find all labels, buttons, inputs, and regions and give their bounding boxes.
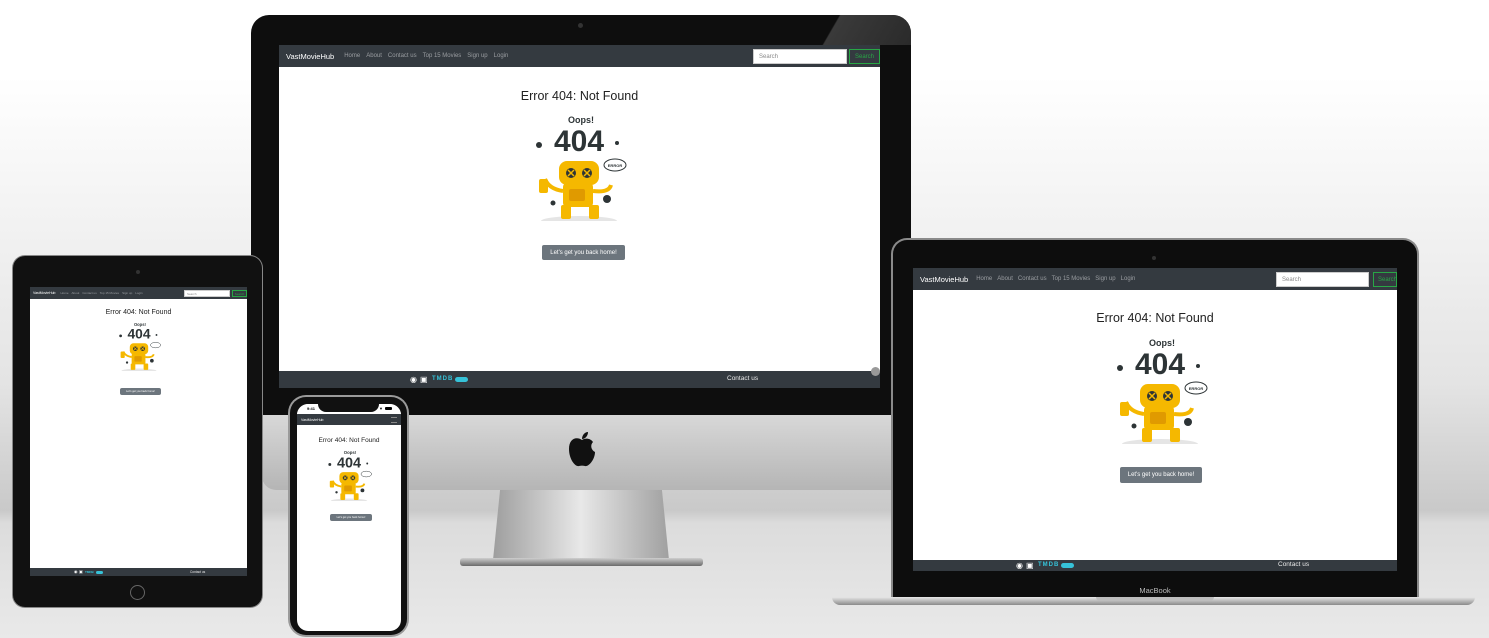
iphone-notch: [318, 401, 379, 412]
scroll-top-icon[interactable]: [871, 367, 880, 376]
nav-about[interactable]: About: [366, 53, 382, 59]
back-home-button[interactable]: Let's get you back home!: [1120, 467, 1202, 483]
hamburger-menu-icon[interactable]: [391, 417, 397, 423]
battery-icon: [385, 407, 392, 410]
linkedin-icon[interactable]: ▣: [1026, 561, 1034, 570]
oops-text: Oops!: [568, 115, 594, 125]
nav-top15[interactable]: Top 15 Movies: [100, 291, 119, 295]
error-bubble-text: ERROR: [1189, 386, 1204, 391]
github-icon[interactable]: ◉: [1016, 561, 1023, 570]
oops-text: Oops!: [134, 322, 146, 327]
imac-screen: VastMovieHub Home About Contact us Top 1…: [279, 45, 880, 388]
nav-home[interactable]: Home: [976, 276, 992, 282]
ipad-home-button: [130, 585, 145, 600]
search-input[interactable]: Search: [1276, 272, 1369, 287]
brand-link[interactable]: VastMovieHub: [920, 275, 968, 284]
back-home-label: Let's get you back home!: [126, 390, 155, 393]
nav-login[interactable]: Login: [1121, 276, 1136, 282]
footer: ◉ ▣ TMDB Contact us: [279, 367, 880, 388]
imac-camera: [578, 23, 583, 28]
status-time: 9:41: [307, 406, 316, 411]
search-button[interactable]: Search: [849, 49, 880, 64]
nav-home[interactable]: Home: [344, 53, 360, 59]
ipad-camera: [136, 270, 140, 274]
imac-stand-base: [460, 558, 703, 566]
error-illustration: Oops! 404 ERROR: [529, 113, 629, 228]
search-placeholder: Search: [759, 53, 779, 60]
error-illustration: Oops! 404 ERROR: [1110, 336, 1210, 451]
nav-contact[interactable]: Contact us: [388, 53, 417, 59]
brand-link[interactable]: VastMovieHub: [301, 418, 324, 422]
macbook-notch: [1096, 597, 1214, 601]
footer-contact-link[interactable]: Contact us: [190, 570, 205, 574]
brand-link[interactable]: VastMovieHub: [286, 52, 334, 61]
nav-login[interactable]: Login: [135, 291, 142, 295]
search-button[interactable]: Search: [232, 290, 247, 297]
tmdb-logo[interactable]: TMDB: [432, 376, 453, 382]
back-home-button[interactable]: Let's get you back home!: [542, 245, 625, 260]
nav-signup[interactable]: Sign up: [467, 53, 487, 59]
tmdb-logo[interactable]: TMDB: [85, 570, 94, 574]
search-button[interactable]: Search: [1373, 272, 1397, 287]
linkedin-icon[interactable]: ▣: [420, 375, 428, 384]
error-bubble-text: ERROR: [608, 163, 623, 168]
apple-logo-icon: [566, 430, 598, 468]
nav-about[interactable]: About: [997, 276, 1013, 282]
nav-top15[interactable]: Top 15 Movies: [1052, 276, 1091, 282]
footer: ◉ ▣ TMDB Contact us: [913, 560, 1397, 571]
search-placeholder: Search: [1282, 276, 1302, 283]
nav-signup[interactable]: Sign up: [122, 291, 132, 295]
error-illustration: Oops! 404: [116, 321, 162, 375]
ipad-screen: VastMovieHub Home About Contact us Top 1…: [30, 287, 247, 576]
error-title: Error 404: Not Found: [105, 309, 172, 316]
imac-stand: [493, 490, 669, 560]
brand-link[interactable]: VastMovieHub: [33, 291, 56, 295]
oops-text: Oops!: [1149, 338, 1175, 348]
iphone-screen: 9:41 ▼ VastMovieHub Error 404: Not Found…: [297, 404, 401, 631]
linkedin-icon[interactable]: ▣: [79, 569, 83, 574]
search-input[interactable]: Search: [184, 290, 230, 297]
back-home-button[interactable]: Let's get you back home!: [120, 388, 161, 395]
nav-top15[interactable]: Top 15 Movies: [423, 53, 462, 59]
tmdb-logo[interactable]: TMDB: [1038, 562, 1059, 568]
search-placeholder: Search: [187, 291, 197, 296]
wifi-icon: ▼: [379, 406, 383, 411]
search-input[interactable]: Search: [753, 49, 847, 64]
nav-contact[interactable]: Contact us: [82, 291, 96, 295]
tmdb-logo-pill: [455, 377, 468, 382]
github-icon[interactable]: ◉: [410, 375, 417, 384]
imac-bezel-glare: [780, 15, 911, 45]
nav-home[interactable]: Home: [61, 291, 69, 295]
navbar: VastMovieHub: [297, 414, 401, 425]
big-404-text: 404: [554, 125, 604, 158]
oops-text: Oops!: [344, 450, 357, 455]
error-title: Error 404: Not Found: [318, 437, 380, 444]
tmdb-logo-pill: [1061, 563, 1074, 568]
nav-signup[interactable]: Sign up: [1095, 276, 1115, 282]
tmdb-logo-pill: [96, 571, 103, 574]
navbar: VastMovieHub Home About Contact us Top 1…: [30, 287, 247, 299]
error-title: Error 404: Not Found: [520, 89, 639, 103]
macbook-camera: [1152, 256, 1156, 260]
big-404-text: 404: [127, 327, 150, 342]
back-home-button[interactable]: Let's get you back home!: [330, 514, 372, 521]
nav-about[interactable]: About: [72, 291, 80, 295]
error-title: Error 404: Not Found: [1096, 311, 1214, 325]
footer: ◉ ▣ TMDB Contact us: [30, 568, 247, 576]
macbook-screen: VastMovieHub Home About Contact us Top 1…: [913, 268, 1397, 571]
navbar: VastMovieHub Home About Contact us Top 1…: [279, 45, 880, 67]
big-404-text: 404: [1135, 348, 1185, 381]
navbar: VastMovieHub Home About Contact us Top 1…: [913, 268, 1397, 290]
error-illustration: Oops! 404: [325, 449, 373, 505]
nav-contact[interactable]: Contact us: [1018, 276, 1047, 282]
footer-contact-link[interactable]: Contact us: [1278, 561, 1309, 568]
github-icon[interactable]: ◉: [74, 569, 78, 574]
macbook-label: MacBook: [1139, 586, 1171, 595]
big-404-text: 404: [337, 455, 361, 471]
back-home-label: Let's get you back home!: [336, 516, 366, 519]
nav-login[interactable]: Login: [494, 53, 509, 59]
footer-contact-link[interactable]: Contact us: [727, 375, 758, 382]
